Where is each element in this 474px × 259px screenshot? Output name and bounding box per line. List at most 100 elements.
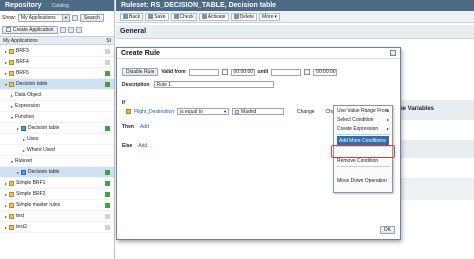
chevron-down-icon[interactable]: ▼ <box>61 14 69 21</box>
chevron-right-icon: ▸ <box>386 126 389 131</box>
chevron-right-icon: ▸ <box>386 108 389 113</box>
calendar-icon[interactable] <box>221 69 228 75</box>
tree-item[interactable]: ▸ Decision table <box>0 167 114 178</box>
general-section-header[interactable]: General <box>116 25 474 39</box>
activate-icon <box>201 14 207 19</box>
else-label: Else <box>122 143 133 149</box>
calendar-icon[interactable] <box>304 69 311 75</box>
operator-value: is equal to <box>180 108 203 115</box>
tree-item-label: Where Used <box>27 147 55 153</box>
settings-icon[interactable] <box>59 26 66 33</box>
then-add-link[interactable]: Add <box>140 124 149 130</box>
tree-header-status: St <box>106 37 111 44</box>
chevron-right-icon: ▸ <box>386 117 389 122</box>
ruleset-icon <box>21 125 26 131</box>
ok-button[interactable]: OK <box>379 226 395 234</box>
tree-item-label: Uses <box>27 136 39 142</box>
catalog-tab[interactable]: Catalog <box>52 3 69 9</box>
tree-item-label: Data Object <box>15 92 42 98</box>
tree-item-label: Simple BRF1 <box>16 180 46 186</box>
tree-item[interactable]: ▸ Simple BRF1 <box>0 178 114 189</box>
until-date-input[interactable] <box>271 68 302 76</box>
search-button[interactable]: Search <box>79 13 104 22</box>
description-row: Description Rule 1 <box>122 81 274 88</box>
tree-item[interactable]: ▸ Where Used <box>0 145 114 156</box>
tree-item[interactable]: ▸ Decision table <box>0 123 114 134</box>
folder-icon <box>9 202 14 208</box>
maximize-icon[interactable]: □ <box>390 50 396 56</box>
activate-button[interactable]: Activate <box>198 12 229 21</box>
menu-item[interactable]: Use Value Range From ▸ <box>334 106 392 115</box>
condition-value-input[interactable]: Madrid <box>232 108 285 115</box>
tree-item-label: Simple BRF2 <box>16 191 46 197</box>
disable-rule-button[interactable]: Disable Rule <box>122 68 159 76</box>
save-button[interactable]: Save <box>145 12 169 21</box>
delete-button[interactable]: Delete <box>230 12 257 21</box>
tree-item-label: BRF5 <box>16 70 29 76</box>
description-input[interactable]: Rule 1 <box>153 81 274 88</box>
back-icon <box>123 14 128 19</box>
change-link[interactable]: Change <box>297 109 315 115</box>
condition-row: Flight_Destination is equal to ▼ Madrid … <box>126 108 366 115</box>
delete-label: Delete <box>239 13 254 20</box>
collapse-icon[interactable] <box>75 26 82 33</box>
main-toolbar: Back Save Check Activate Delete More ▾ <box>116 11 474 23</box>
repository-title: Repository <box>5 2 42 9</box>
chevron-down-icon: ▼ <box>223 109 228 114</box>
show-filter-bar: Show: My Applications ▼ Search <box>2 13 112 22</box>
tree-item[interactable]: ▸ BRF4 <box>0 57 114 68</box>
menu-separator <box>336 134 390 135</box>
check-button[interactable]: Check <box>170 12 197 21</box>
tree-item-label: Decision table <box>28 169 60 175</box>
tree-item[interactable]: ▸ Simple master rules <box>0 200 114 211</box>
menu-item-label: Add More Conditions <box>339 137 386 144</box>
repository-header: Repository Catalog <box>0 0 114 11</box>
tree-item[interactable]: ▸ test2 <box>0 222 114 233</box>
background-panel <box>399 178 474 200</box>
menu-item[interactable]: Add More Conditions <box>337 136 389 145</box>
menu-item[interactable]: Create Expression ▸ <box>334 124 392 133</box>
folder-icon <box>9 81 14 87</box>
tree-item-label: Decision table <box>16 81 48 87</box>
menu-item[interactable]: Select Condition ▸ <box>334 115 392 124</box>
valid-from-label: Valid from <box>161 69 186 75</box>
repository-panel: Repository Catalog Show: My Applications… <box>0 0 115 259</box>
until-time-input[interactable]: 00:00:00 <box>313 68 338 76</box>
tree-item-label: Simple master rules <box>16 202 61 208</box>
back-button[interactable]: Back <box>120 12 144 21</box>
tree-item[interactable]: ▸ Simple BRF2 <box>0 189 114 200</box>
more-button[interactable]: More ▾ <box>258 12 280 21</box>
tree-item[interactable]: ▸ BRF3 <box>0 46 114 57</box>
valid-from-date-input[interactable] <box>188 68 219 76</box>
dialog-title: Create Rule <box>121 49 160 57</box>
show-select[interactable]: My Applications ▼ <box>17 13 70 22</box>
tree-item[interactable]: ▸ Uses <box>0 134 114 145</box>
menu-item[interactable]: Move Down Operation <box>334 176 392 185</box>
condition-field-link[interactable]: Flight_Destination <box>134 109 174 115</box>
folder-icon <box>9 224 14 230</box>
operator-select[interactable]: is equal to ▼ <box>177 108 230 115</box>
back-label: Back <box>129 13 141 20</box>
until-label: until <box>257 69 269 75</box>
valid-from-time-input[interactable]: 00:00:00 <box>230 68 255 76</box>
tree-item[interactable]: ▸ Expression <box>0 101 114 112</box>
tree-item[interactable]: ▾ Function <box>0 112 114 123</box>
tree-item[interactable]: ▸ Data Object <box>0 90 114 101</box>
tree-item[interactable]: ▸ test <box>0 211 114 222</box>
menu-item-label: Use Value Range From <box>337 107 389 114</box>
menu-item-label: Remove Condition <box>337 157 379 164</box>
tree-item[interactable]: ▾ Ruleset <box>0 156 114 167</box>
create-application-button[interactable]: Create Application <box>2 25 58 34</box>
tree-item[interactable]: ▾ Decision table <box>0 79 114 90</box>
tree-item-label: Expression <box>15 103 40 109</box>
status-indicator-icon <box>105 71 110 76</box>
refresh-icon[interactable] <box>67 26 74 33</box>
variables-section-label: he Variables <box>399 106 435 112</box>
tree-item[interactable]: ▸ BRF5 <box>0 68 114 79</box>
filter-icon[interactable] <box>71 14 78 21</box>
page-title: Ruleset: RS_DECISION_TABLE, Decision tab… <box>121 2 277 9</box>
if-label: If <box>122 100 126 106</box>
else-add-link[interactable]: Add <box>138 143 147 149</box>
repository-tree: ▸ BRF3 ▸ BRF4 ▸ BRF5 ▾ Decision table ▸ Data Obje… <box>0 46 114 233</box>
tree-item-label: BRF4 <box>16 59 29 65</box>
